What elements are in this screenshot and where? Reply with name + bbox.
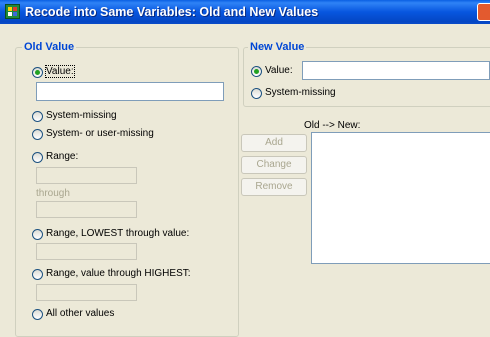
new-value-legend: New Value <box>248 41 307 53</box>
range-to-input[interactable] <box>36 201 137 218</box>
system-or-user-missing-radio[interactable] <box>32 129 43 140</box>
change-button[interactable]: Change <box>241 156 307 174</box>
add-button[interactable]: Add <box>241 134 307 152</box>
new-value-label: Value: <box>265 65 293 76</box>
system-missing-label: System-missing <box>46 110 117 121</box>
all-other-values-label: All other values <box>46 308 115 319</box>
new-value-radio[interactable] <box>251 66 262 77</box>
old-value-legend: Old Value <box>22 41 77 53</box>
range-highest-radio[interactable] <box>32 269 43 280</box>
window-title: Recode into Same Variables: Old and New … <box>25 5 319 19</box>
new-system-missing-radio[interactable] <box>251 88 262 99</box>
old-new-list-label: Old --> New: <box>304 120 361 131</box>
range-lowest-input[interactable] <box>36 243 137 260</box>
system-missing-radio[interactable] <box>32 111 43 122</box>
old-value-label: Value: <box>45 65 75 78</box>
range-from-input[interactable] <box>36 167 137 184</box>
old-value-input[interactable] <box>36 82 224 101</box>
range-lowest-label: Range, LOWEST through value: <box>46 228 190 239</box>
range-highest-input[interactable] <box>36 284 137 301</box>
range-lowest-radio[interactable] <box>32 229 43 240</box>
spss-app-icon <box>5 4 20 19</box>
range-label: Range: <box>46 151 79 162</box>
title-bar[interactable]: Recode into Same Variables: Old and New … <box>0 0 490 24</box>
range-radio[interactable] <box>32 152 43 163</box>
old-new-listbox[interactable] <box>311 132 490 264</box>
all-other-values-radio[interactable] <box>32 309 43 320</box>
new-system-missing-label: System-missing <box>265 87 336 98</box>
range-highest-label: Range, value through HIGHEST: <box>46 268 191 279</box>
old-value-radio[interactable] <box>32 67 43 78</box>
system-or-user-missing-label: System- or user-missing <box>46 128 154 139</box>
new-value-input[interactable] <box>302 61 490 80</box>
close-button[interactable] <box>477 3 490 21</box>
remove-button[interactable]: Remove <box>241 178 307 196</box>
through-label: through <box>36 188 70 199</box>
